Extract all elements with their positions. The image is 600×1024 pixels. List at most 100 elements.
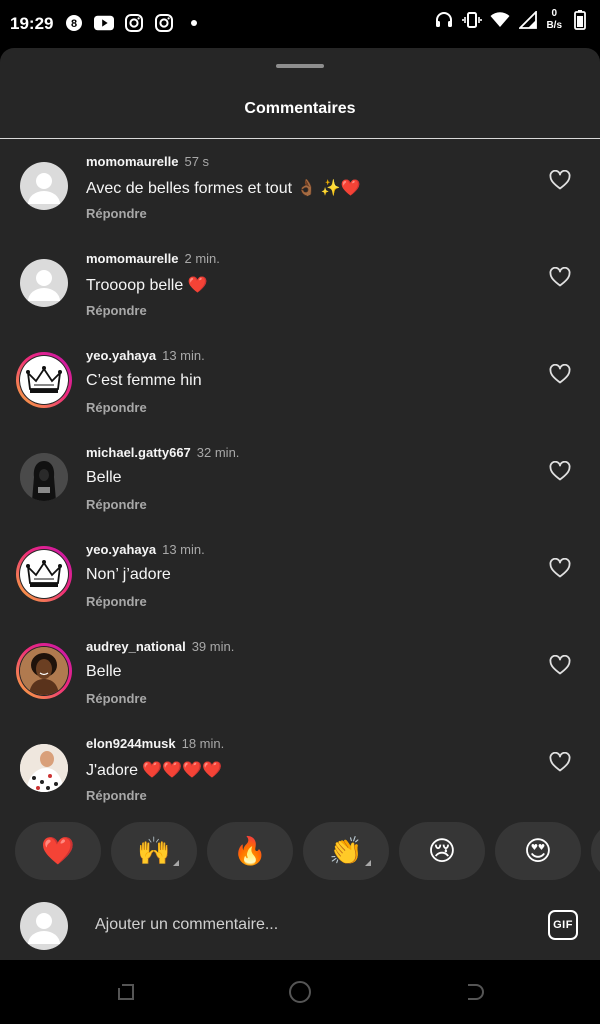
- comment-item: yeo.yahaya 13 min. C’est femme hin Répond…: [0, 340, 600, 437]
- fire-reaction[interactable]: 🔥: [207, 822, 293, 880]
- like-heart-icon[interactable]: [548, 750, 572, 774]
- like-heart-icon[interactable]: [548, 556, 572, 580]
- comment-item: michael.gatty667 32 min. Belle Répondre: [0, 437, 600, 534]
- like-heart-icon[interactable]: [548, 265, 572, 289]
- comment-header: yeo.yahaya 13 min.: [86, 348, 205, 363]
- comment-time: 57 s: [184, 154, 210, 169]
- comment-header: audrey_national 39 min.: [86, 639, 234, 654]
- default-avatar-icon: [20, 259, 68, 307]
- quick-reaction-bar: ❤️ 🙌 🔥 👏 😢 😍: [0, 822, 600, 882]
- network-speed-unit: B/s: [546, 20, 562, 31]
- home-nav-icon[interactable]: [288, 980, 312, 1004]
- reply-button[interactable]: Répondre: [86, 206, 147, 221]
- comment-text: C’est femme hin: [86, 372, 202, 389]
- hooded-figure-avatar-icon: [20, 453, 68, 501]
- comment-username[interactable]: audrey_national: [86, 639, 186, 654]
- comment-item: momomaurelle 2 min. Troooop belle ❤️ Répo…: [0, 243, 600, 340]
- comment-list: momomaurelle 57 s Avec de belles formes e…: [0, 146, 600, 825]
- raising-hands-reaction[interactable]: 🙌: [111, 822, 197, 880]
- sheet-drag-handle[interactable]: [276, 64, 324, 68]
- comment-username[interactable]: momomaurelle: [86, 154, 178, 169]
- skin-tone-options-icon: [173, 860, 179, 866]
- pattern-avatar-icon: [20, 744, 68, 792]
- comment-text: J'adore ❤️❤️❤️❤️: [86, 762, 223, 779]
- like-heart-icon[interactable]: [548, 168, 572, 192]
- avatar[interactable]: [16, 449, 72, 505]
- red-heart-reaction[interactable]: ❤️: [15, 822, 101, 880]
- skin-tone-options-icon: [365, 860, 371, 866]
- story-ring-avatar[interactable]: [16, 643, 72, 699]
- avatar-inner: [19, 355, 69, 405]
- battery-icon: [570, 10, 590, 30]
- comment-time: 18 min.: [181, 736, 225, 751]
- network-speed: 0 B/s: [546, 8, 562, 32]
- comment-header: michael.gatty667 32 min.: [86, 445, 239, 460]
- wifi-icon: [490, 10, 510, 30]
- story-ring-avatar[interactable]: [16, 352, 72, 408]
- reaction-emoji: ❤️: [41, 835, 75, 866]
- reply-button[interactable]: Répondre: [86, 497, 147, 512]
- crown-avatar-icon: [20, 356, 68, 404]
- headphones-icon: [434, 10, 454, 30]
- reply-button[interactable]: Répondre: [86, 691, 147, 706]
- reaction-emoji: 😢: [427, 835, 457, 866]
- recents-nav-icon[interactable]: [114, 980, 138, 1004]
- reply-button[interactable]: Répondre: [86, 303, 147, 318]
- reaction-emoji: 😍: [523, 835, 553, 866]
- avatar[interactable]: [16, 158, 72, 214]
- avatar-inner: [19, 646, 69, 696]
- youtube-icon: [94, 13, 114, 33]
- comment-text: Belle: [86, 663, 122, 680]
- comment-header: momomaurelle 57 s: [86, 154, 209, 169]
- comment-username[interactable]: momomaurelle: [86, 251, 178, 266]
- comment-header: momomaurelle 2 min.: [86, 251, 220, 266]
- reply-button[interactable]: Répondre: [86, 788, 147, 803]
- comment-username[interactable]: yeo.yahaya: [86, 348, 156, 363]
- header-divider: [0, 138, 600, 139]
- own-avatar-icon: [20, 902, 68, 950]
- clapping-hands-reaction[interactable]: 👏: [303, 822, 389, 880]
- reply-button[interactable]: Répondre: [86, 400, 147, 415]
- comment-text: Avec de belles formes et tout 👌🏾 ✨❤️: [86, 180, 361, 197]
- more-notifications-dot-icon: [184, 13, 204, 33]
- reply-button[interactable]: Répondre: [86, 594, 147, 609]
- comment-text: Troooop belle ❤️: [86, 277, 208, 294]
- like-heart-icon[interactable]: [548, 459, 572, 483]
- cell-signal-icon: [518, 10, 538, 30]
- crown-avatar-icon: [20, 550, 68, 598]
- portrait-avatar-icon: [20, 647, 68, 695]
- reaction-emoji: 🔥: [233, 835, 267, 866]
- avatar[interactable]: [16, 255, 72, 311]
- gif-button[interactable]: GIF: [548, 910, 578, 940]
- like-heart-icon[interactable]: [548, 362, 572, 386]
- more-reactions-button[interactable]: [591, 822, 600, 880]
- story-ring-avatar[interactable]: [16, 546, 72, 602]
- comment-input[interactable]: Ajouter un commentaire...: [95, 916, 278, 934]
- avatar[interactable]: [16, 740, 72, 796]
- comment-item: audrey_national 39 min. Belle Répondre: [0, 631, 600, 728]
- comment-username[interactable]: michael.gatty667: [86, 445, 191, 460]
- comment-header: elon9244musk 18 min.: [86, 736, 224, 751]
- reaction-emoji: 🙌: [137, 835, 171, 866]
- comment-composer: Ajouter un commentaire... GIF: [0, 892, 600, 960]
- crying-face-reaction[interactable]: 😢: [399, 822, 485, 880]
- comment-time: 13 min.: [162, 542, 205, 557]
- like-heart-icon[interactable]: [548, 653, 572, 677]
- status-app-icons: 8: [64, 13, 204, 33]
- avatar-inner: [19, 549, 69, 599]
- reaction-emoji: 👏: [329, 835, 363, 866]
- comment-time: 32 min.: [196, 445, 240, 460]
- status-time: 19:29: [10, 14, 54, 33]
- comment-item: elon9244musk 18 min. J'adore ❤️❤️❤️❤️ Rép…: [0, 728, 600, 825]
- heart-eyes-reaction[interactable]: 😍: [495, 822, 581, 880]
- comment-time: 13 min.: [162, 348, 205, 363]
- comment-item: momomaurelle 57 s Avec de belles formes e…: [0, 146, 600, 243]
- comment-header: yeo.yahaya 13 min.: [86, 542, 205, 557]
- back-nav-icon[interactable]: [462, 980, 486, 1004]
- comment-time: 2 min.: [184, 251, 220, 266]
- vibrate-icon: [462, 10, 483, 30]
- comment-username[interactable]: yeo.yahaya: [86, 542, 156, 557]
- comments-sheet: Commentaires momomaurelle 57 s Avec de be…: [0, 48, 600, 960]
- network-speed-value: 0: [551, 8, 557, 19]
- comment-username[interactable]: elon9244musk: [86, 736, 176, 751]
